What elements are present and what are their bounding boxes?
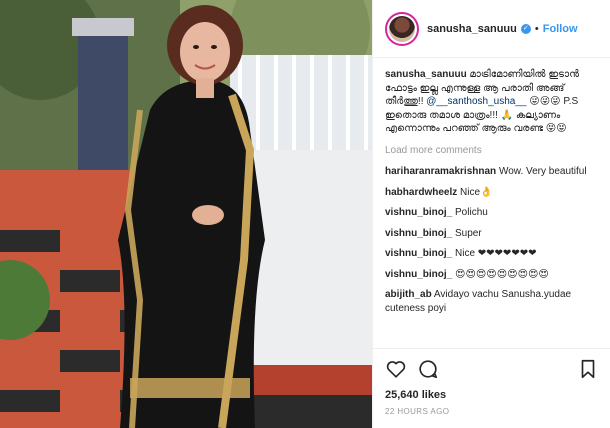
likes-count[interactable]: 25,640 likes — [385, 389, 599, 401]
header-username[interactable]: sanusha_sanuuu — [427, 23, 517, 35]
comment-username[interactable]: vishnu_binoj_ — [385, 269, 452, 280]
heart-icon[interactable] — [385, 358, 407, 380]
verified-badge-icon: ✓ — [520, 23, 531, 34]
comment-item: vishnu_binoj_ Nice ❤❤❤❤❤❤❤ — [385, 247, 598, 261]
bookmark-icon[interactable] — [577, 358, 599, 380]
comment-username[interactable]: vishnu_binoj_ — [385, 207, 452, 218]
comment-item: habhardwheelz Nice👌 — [385, 186, 598, 200]
comment-username[interactable]: vishnu_binoj_ — [385, 228, 452, 239]
comment-item: vishnu_binoj_ 😍😍😍😍😍😍😍😍😍 — [385, 268, 598, 282]
post-header: sanusha_sanuuu ✓ • Follow — [373, 0, 610, 58]
post-timestamp: 22 HOURS AGO — [385, 407, 450, 416]
post-photo[interactable] — [0, 0, 372, 428]
comment-username[interactable]: habhardwheelz — [385, 187, 457, 198]
comment-text: 😍😍😍😍😍😍😍😍😍 — [455, 268, 549, 280]
load-more-comments-button[interactable]: Load more comments — [385, 144, 598, 158]
comment-username[interactable]: abijith_ab — [385, 289, 432, 300]
post-actions: 25,640 likes 22 HOURS AGO — [373, 348, 610, 428]
comment-icon[interactable] — [417, 358, 439, 380]
comment-text: Nice👌 — [460, 186, 493, 198]
header-separator: • — [534, 22, 539, 35]
comment-item: hariharanramakrishnan Wow. Very beautifu… — [385, 165, 598, 179]
comment-item: abijith_ab Avidayo vachu Sanusha.yudae c… — [385, 288, 598, 315]
post-side-panel: sanusha_sanuuu ✓ • Follow sanusha_sanuuu… — [372, 0, 610, 428]
comment-text: Super — [455, 227, 482, 239]
comment-username[interactable]: vishnu_binoj_ — [385, 248, 452, 259]
avatar[interactable] — [385, 11, 419, 46]
avatar-image — [389, 15, 415, 42]
caption-username[interactable]: sanusha_sanuuu — [385, 69, 467, 80]
caption: sanusha_sanuuu മാട്രിമോണിയിൽ ഇടാൻ ഫോട്ടം… — [385, 68, 598, 136]
comments-list[interactable]: sanusha_sanuuu മാട്രിമോണിയിൽ ഇടാൻ ഫോട്ടം… — [373, 58, 610, 340]
comment-item: vishnu_binoj_ Super — [385, 227, 598, 241]
action-icons — [385, 357, 599, 381]
caption-mention[interactable]: @__santhosh_usha__ — [426, 96, 526, 107]
comment-text: Wow. Very beautiful — [498, 166, 587, 177]
comment-username[interactable]: hariharanramakrishnan — [385, 166, 496, 177]
photo-image — [0, 0, 372, 428]
comment-text: Nice ❤❤❤❤❤❤❤ — [455, 248, 537, 259]
follow-button[interactable]: Follow — [543, 23, 578, 35]
comment-text: Polichu — [455, 207, 488, 218]
comment-item: vishnu_binoj_ Polichu — [385, 206, 598, 220]
